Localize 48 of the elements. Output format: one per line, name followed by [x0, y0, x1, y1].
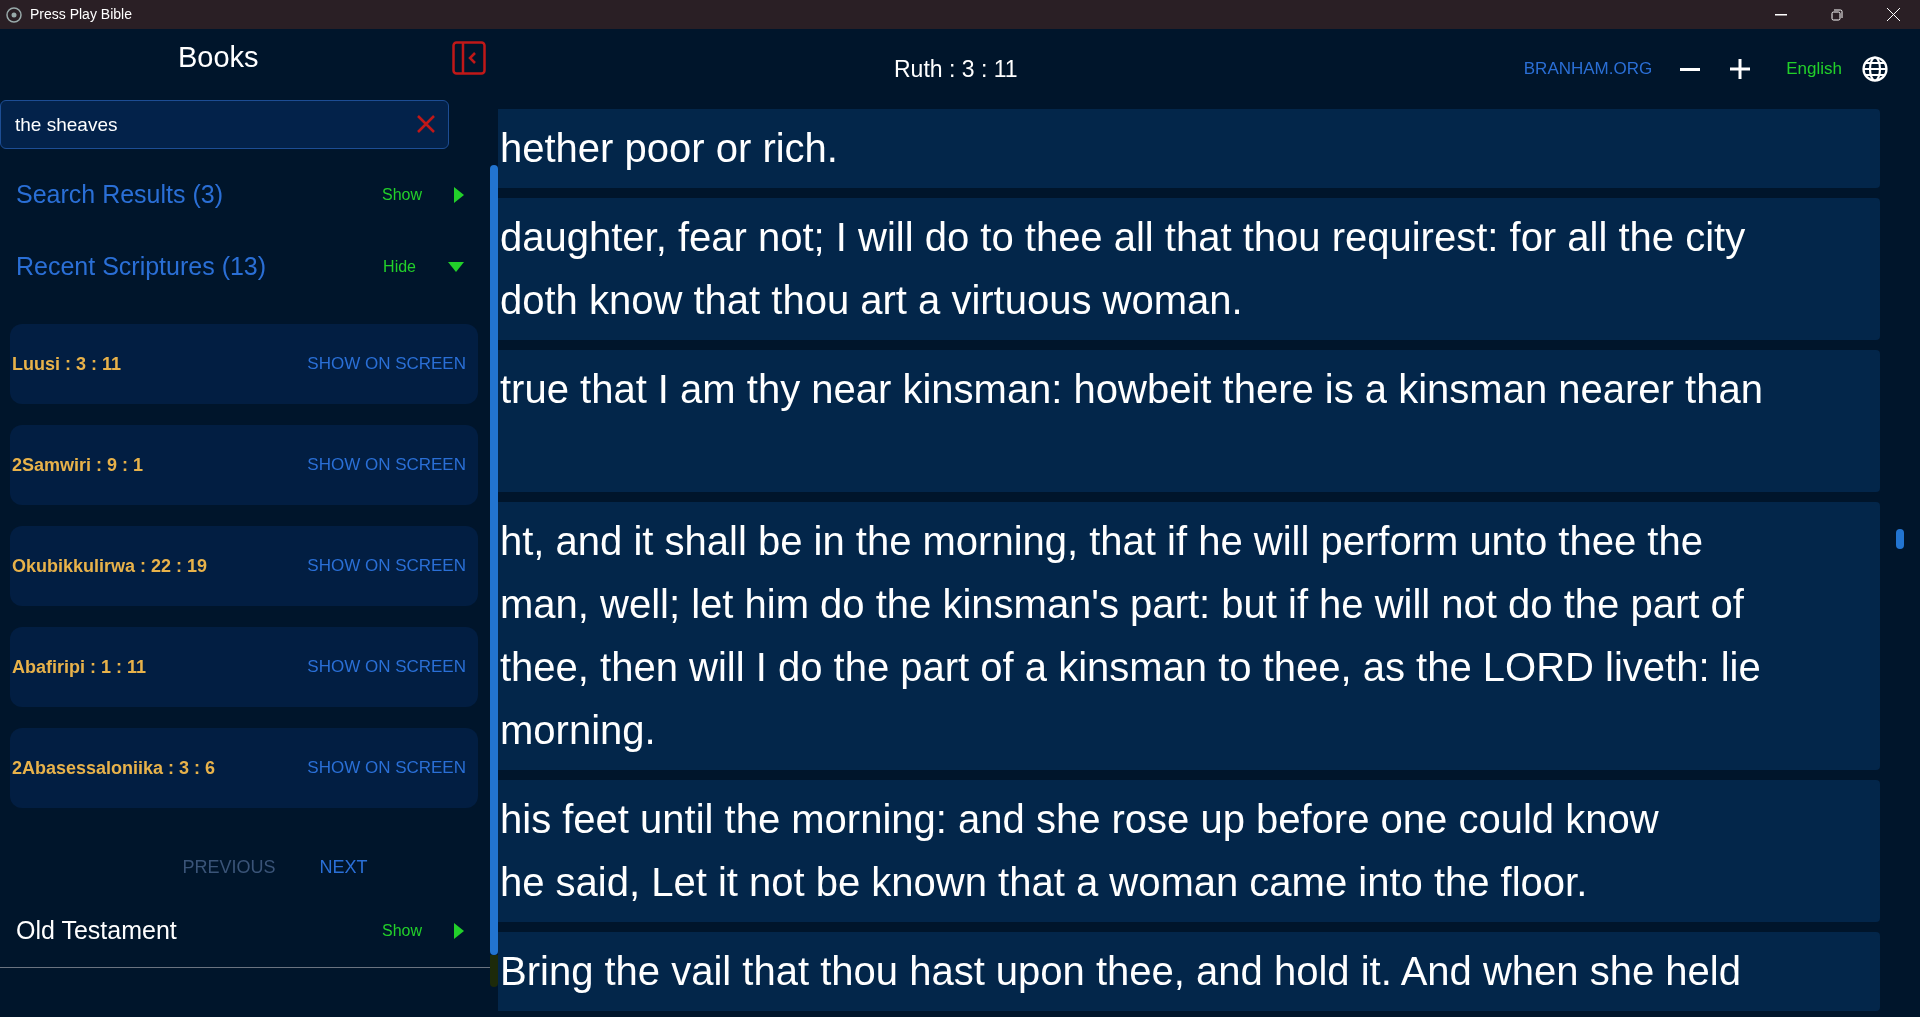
verse-text: he said, Let it not be known that a woman came into the floor. [500, 859, 1589, 906]
section-title[interactable]: Search Results (3) [16, 176, 374, 214]
caret-right-icon[interactable] [454, 187, 464, 203]
app-icon [6, 6, 22, 23]
recent-scripture-card[interactable]: Abafiripi : 1 : 11 SHOW ON SCREEN [10, 627, 478, 707]
search-field[interactable]: the sheaves [0, 100, 449, 149]
section-title[interactable]: Old Testament [16, 912, 374, 950]
current-reference: Ruth : 3 : 11 [894, 54, 1018, 84]
verse-text: his feet until the morning: and she rose up before one could know [500, 796, 1660, 843]
sidebar-title: Books [178, 40, 259, 76]
toggle-button[interactable]: Show [373, 919, 430, 943]
scripture-reference: 2Abasessaloniika : 3 : 6 [12, 756, 217, 780]
scripture-reference: 2Samwiri : 9 : 1 [12, 453, 145, 477]
scripture-reference: Okubikkulirwa : 22 : 19 [12, 554, 209, 578]
recent-scripture-card[interactable]: Luusi : 3 : 11 SHOW ON SCREEN [10, 324, 478, 404]
verse-text: true that I am thy near kinsman: howbeit there is a kinsman nearer than [500, 366, 1764, 413]
scrollbar-thumb[interactable] [1896, 529, 1904, 549]
verse-text: ht, and it shall be in the morning, that if he will perform unto thee the [500, 518, 1704, 565]
recent-scripture-card[interactable]: Okubikkulirwa : 22 : 19 SHOW ON SCREEN [10, 526, 478, 606]
verse-text: hether poor or rich. [500, 125, 839, 172]
minus-icon[interactable] [1680, 67, 1701, 71]
verse-text: Bring the vail that thou hast upon thee, and hold it. And when she held [500, 948, 1742, 995]
minimize-icon[interactable] [1775, 13, 1787, 16]
close-icon[interactable] [1887, 8, 1900, 21]
caret-right-icon[interactable] [454, 923, 464, 939]
verse-text: morning. [500, 707, 657, 754]
verse-text: daughter, fear not; I will do to thee all that thou requirest: for all the city [500, 214, 1747, 261]
clear-icon[interactable] [417, 115, 435, 133]
scripture-reference: Luusi : 3 : 11 [12, 352, 123, 376]
scripture-reference: Abafiripi : 1 : 11 [12, 655, 148, 679]
globe-icon[interactable] [1862, 56, 1888, 82]
language-button[interactable]: English [1786, 56, 1842, 82]
window-title: Press Play Bible [30, 5, 133, 24]
website-link[interactable]: BRANHAM.ORG [1523, 56, 1653, 82]
plus-icon[interactable] [1730, 59, 1751, 79]
toggle-button[interactable]: Hide [375, 255, 424, 279]
caret-down-icon[interactable] [448, 262, 464, 272]
verse-text: man, well; let him do the kinsman's part: but if he will not do the part of [500, 581, 1745, 628]
verse-text: doth know that thou art a virtuous woman. [500, 277, 1244, 324]
collapse-sidebar-icon[interactable] [452, 41, 486, 75]
toggle-button[interactable]: Show [373, 183, 430, 207]
restore-icon[interactable] [1831, 8, 1843, 21]
section-title[interactable]: Recent Scriptures (13) [16, 248, 376, 286]
verse-text: thee, then will I do the part of a kinsman to thee, as the LORD liveth: lie [500, 644, 1762, 691]
scrollbar-thumb[interactable] [490, 165, 498, 955]
pager-button[interactable]: NEXT [319, 854, 368, 881]
recent-scripture-card[interactable]: 2Samwiri : 9 : 1 SHOW ON SCREEN [10, 425, 478, 505]
recent-scripture-card[interactable]: 2Abasessaloniika : 3 : 6 SHOW ON SCREEN [10, 728, 478, 808]
